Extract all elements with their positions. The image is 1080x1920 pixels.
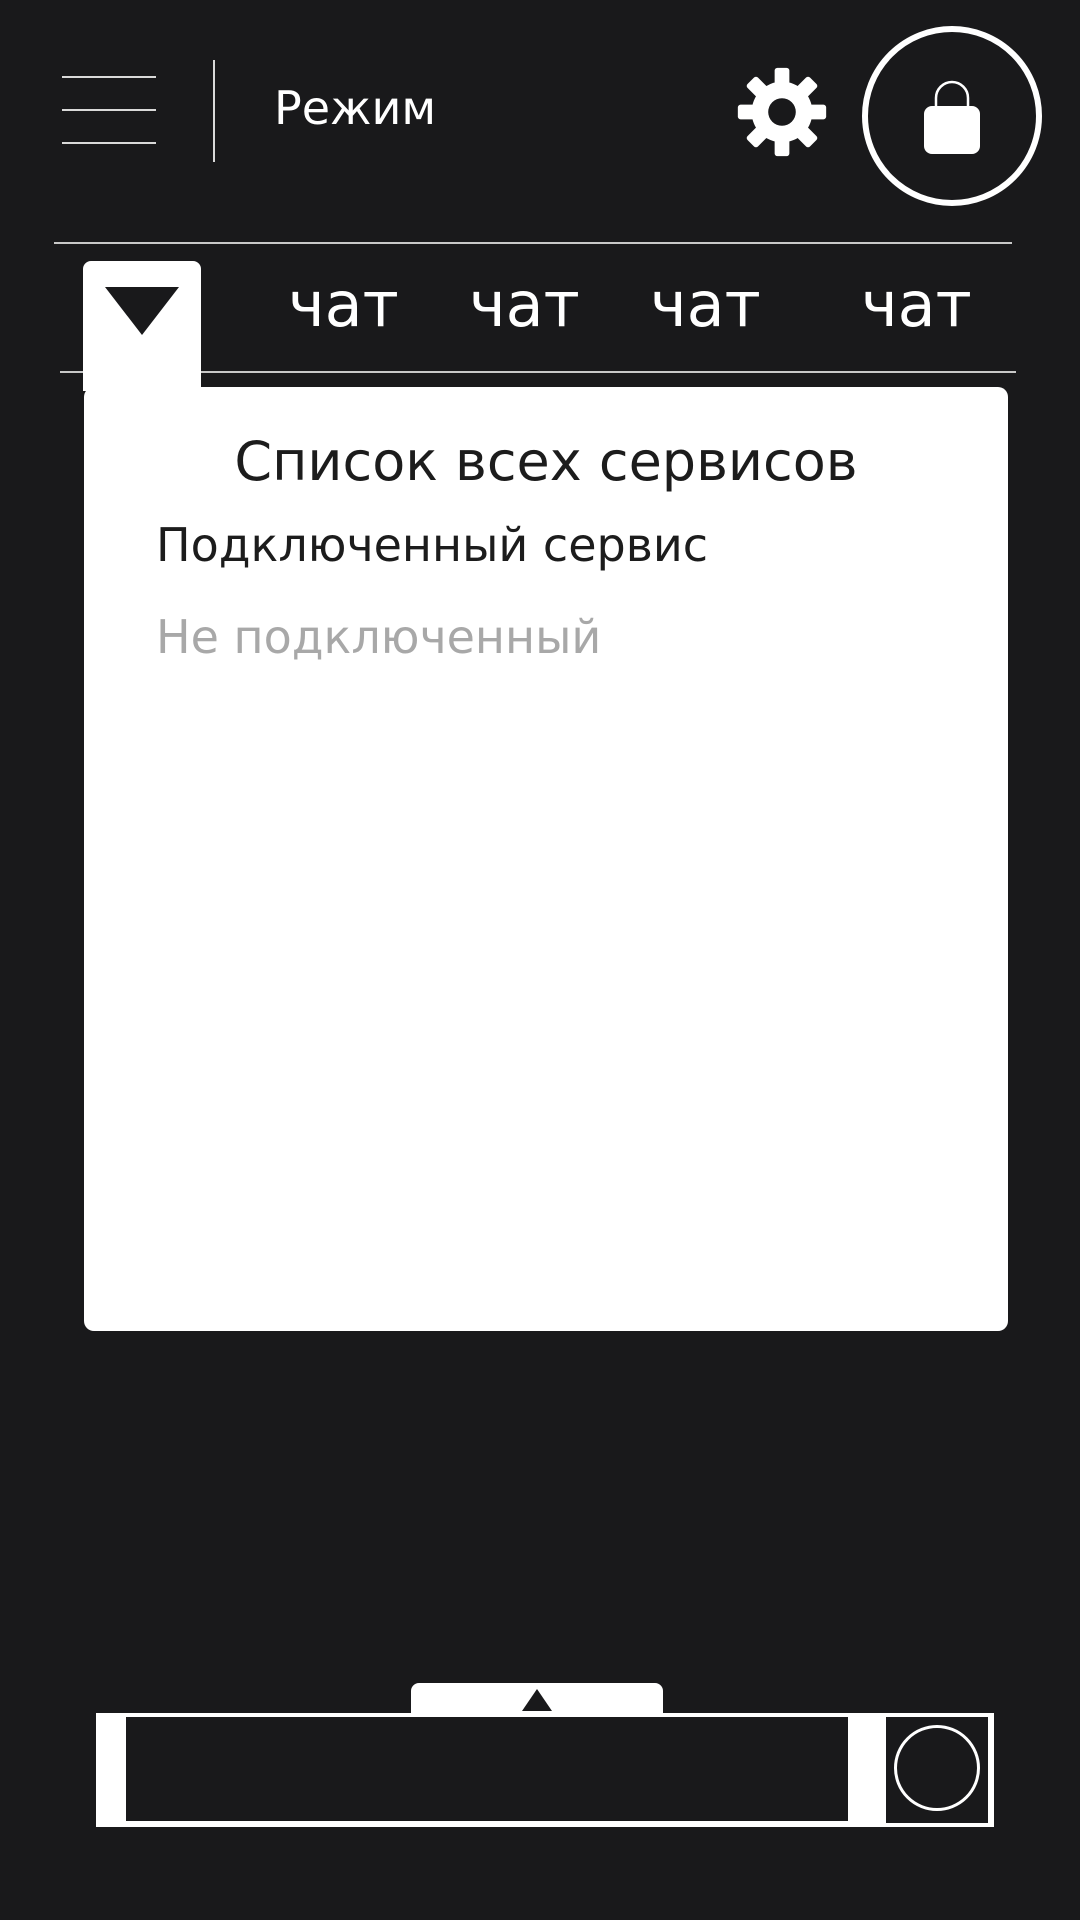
menu-line (62, 109, 156, 111)
lock-button[interactable] (862, 26, 1042, 206)
menu-line (62, 76, 156, 78)
circle-icon (894, 1725, 980, 1811)
tabs-divider-top (54, 242, 1012, 244)
menu-line (62, 142, 156, 144)
tab-chat-1[interactable]: чат (288, 266, 399, 344)
tab-chat-2[interactable]: чат (469, 266, 580, 344)
triangle-down-icon (105, 287, 179, 335)
composer-expand-tab[interactable] (411, 1683, 663, 1717)
hamburger-menu-icon[interactable] (62, 76, 156, 144)
tabs-divider-bottom (60, 371, 1016, 373)
lock-icon (924, 80, 980, 154)
header-divider (213, 60, 215, 162)
services-panel: Список всех сервисов Подключенный сервис… (84, 387, 1008, 1331)
mode-button[interactable]: Режим (274, 80, 436, 136)
tab-chat-3[interactable]: чат (650, 266, 761, 344)
send-button[interactable] (886, 1717, 988, 1823)
app-screen: Режим чат чат чат чат Список всех сервис… (0, 0, 1080, 1920)
service-item-disconnected[interactable]: Не подключенный (156, 607, 601, 667)
composer-bar (96, 1713, 994, 1827)
message-input[interactable] (126, 1717, 848, 1821)
services-dropdown-toggle[interactable] (83, 261, 201, 391)
gear-icon[interactable] (736, 66, 828, 158)
tab-chat-4[interactable]: чат (861, 266, 972, 344)
triangle-up-icon (522, 1689, 552, 1711)
gear-icon-graphic (737, 67, 827, 157)
services-panel-title: Список всех сервисов (234, 430, 858, 493)
service-item-connected[interactable]: Подключенный сервис (156, 515, 708, 575)
